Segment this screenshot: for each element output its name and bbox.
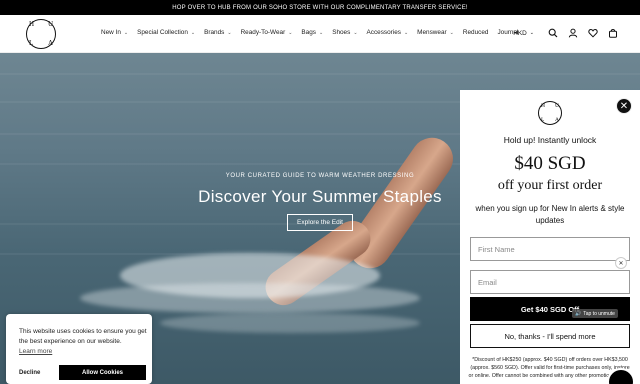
speaker-icon: 🔊 [575, 310, 582, 317]
logo-letter: U [555, 103, 559, 109]
nav-item-accessories[interactable]: Accessories ⌄ [367, 29, 409, 36]
allow-cookies-button[interactable]: Allow Cookies [59, 365, 146, 380]
chevron-down-icon: ⌄ [190, 29, 196, 36]
chevron-down-icon: ⌄ [353, 29, 358, 36]
nav-label: New In [101, 29, 121, 36]
nav-item-reduced[interactable]: Reduced [463, 29, 489, 36]
unmute-tooltip[interactable]: 🔊 Tap to unmute [572, 309, 618, 318]
chevron-down-icon: ⌄ [318, 29, 324, 36]
nav-label: Menswear [417, 29, 447, 36]
currency-selector[interactable]: HKD ⌄ [513, 30, 534, 37]
logo-letter: A [47, 39, 53, 47]
chevron-down-icon: ⌄ [288, 29, 293, 36]
logo-letter: L [541, 117, 545, 123]
email-field[interactable]: Email [470, 270, 630, 294]
logo-letter: A [555, 117, 559, 123]
chevron-down-icon: ⌄ [449, 29, 454, 36]
currency-label: HKD [513, 29, 527, 37]
cart-icon[interactable] [608, 28, 618, 38]
search-icon[interactable] [548, 28, 558, 38]
nav-label: Brands [204, 29, 225, 36]
cookie-message: This website uses cookies to ensure you … [19, 328, 147, 345]
nav-item-menswear[interactable]: Menswear ⌄ [417, 29, 454, 36]
hula-logo: H U L A [538, 101, 562, 125]
nav-item-bags[interactable]: Bags ⌄ [301, 29, 323, 36]
announcement-text: HOP OVER TO HUB FROM OUR SOHO STORE WITH… [172, 4, 468, 11]
wishlist-icon[interactable] [588, 28, 598, 38]
decline-cookies-button[interactable]: Decline [19, 365, 55, 380]
first-name-field[interactable]: First Name [470, 237, 630, 261]
nav-label: Accessories [366, 29, 401, 36]
popup-intro: Hold up! Instantly unlock [503, 135, 597, 145]
unmute-label: Tap to unmute [583, 310, 615, 317]
nav-label: Ready-To-Wear [240, 29, 286, 36]
header-actions: HKD ⌄ [513, 28, 618, 38]
chevron-down-icon: ⌄ [403, 29, 409, 36]
chevron-down-icon: ⌄ [123, 29, 129, 36]
account-icon[interactable] [568, 28, 578, 38]
signup-popup: ✕ H U L A Hold up! Instantly unlock $40 … [460, 90, 640, 384]
nav-item-brands[interactable]: Brands ⌄ [204, 29, 231, 36]
popup-offer: off your first order [497, 178, 603, 193]
logo-letter: H [29, 20, 35, 28]
nav-label: Bags [301, 29, 316, 36]
logo-letter: L [29, 39, 34, 47]
explore-edit-button[interactable]: Explore the Edit [287, 214, 353, 231]
nav-item-ready-to-wear[interactable]: Ready-To-Wear ⌄ [241, 29, 293, 36]
announcement-bar: HOP OVER TO HUB FROM OUR SOHO STORE WITH… [0, 0, 640, 15]
no-thanks-button[interactable]: No, thanks - I'll spend more [470, 324, 630, 348]
nav-label: Special Collection [137, 29, 188, 36]
logo-letter: U [47, 20, 53, 28]
nav-item-special-collection[interactable]: Special Collection ⌄ [137, 29, 195, 36]
nav-label: Shoes [332, 29, 351, 36]
nav-label: Reduced [462, 29, 489, 36]
chevron-down-icon: ⌄ [227, 29, 232, 36]
popup-amount: $40 SGD [514, 153, 586, 174]
logo-letter: H [541, 103, 545, 109]
cookie-banner: This website uses cookies to ensure you … [6, 314, 152, 384]
popup-description: when you sign up for New In alerts & sty… [475, 204, 625, 225]
chevron-down-icon: ⌄ [529, 30, 534, 36]
nav-item-shoes[interactable]: Shoes ⌄ [332, 29, 357, 36]
close-icon[interactable]: ✕ [616, 98, 632, 114]
site-header: H U L A New In ⌄ Special Collection ⌄ Bran… [0, 15, 640, 53]
main-nav: New In ⌄ Special Collection ⌄ Brands ⌄ Read… [101, 29, 527, 36]
close-icon[interactable]: ✕ [615, 257, 627, 269]
hula-logo[interactable]: H U L A [26, 19, 56, 49]
learn-more-link[interactable]: Learn more [19, 348, 52, 355]
nav-item-new-in[interactable]: New In ⌄ [101, 29, 128, 36]
